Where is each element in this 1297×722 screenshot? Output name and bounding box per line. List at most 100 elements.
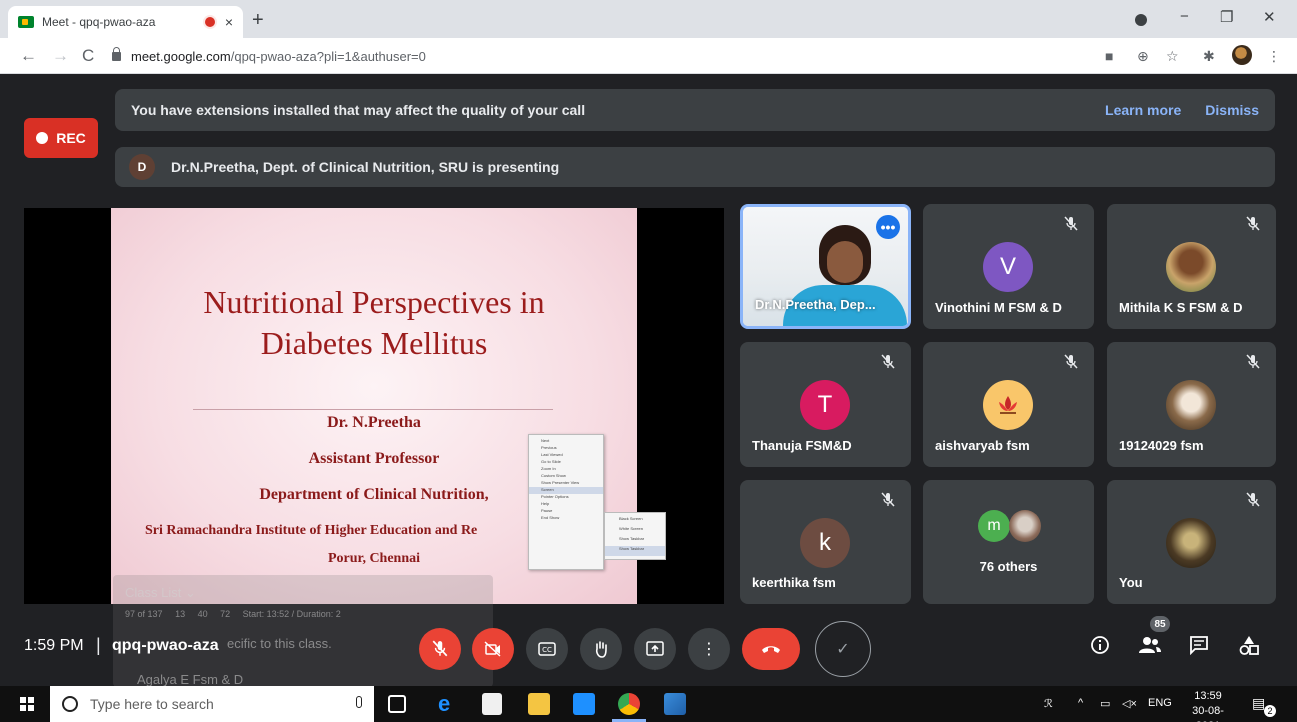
participant-name: Dr.N.Preetha, Dep... [755,297,876,312]
windows-start-icon[interactable] [20,697,34,711]
leave-call-button[interactable] [742,628,800,670]
microphone-icon[interactable] [356,696,362,708]
taskbar-date: 30-08-2021 [1192,705,1224,722]
context-menu-item[interactable]: Custom Show [529,473,603,480]
submenu-item[interactable]: Show Taskbar [605,546,665,556]
browser-tab[interactable]: Meet - qpq-pwao-aza × [8,6,243,38]
window-close-button[interactable]: ✕ [1263,8,1276,26]
context-menu-item[interactable]: Pause [529,508,603,515]
context-menu-item[interactable]: Next [529,438,603,445]
participant-avatar: T [800,380,850,430]
mail-icon[interactable] [573,693,595,715]
participant-avatar: k [800,518,850,568]
context-menu-item[interactable]: Screen [529,487,603,494]
context-menu-item[interactable]: Last Viewed [529,452,603,459]
submenu-item[interactable]: Show Taskbar [605,536,665,546]
context-menu-item[interactable]: End Show [529,515,603,522]
participant-tile[interactable]: 19124029 fsm [1107,342,1276,467]
participant-tile-others[interactable]: m 76 others [923,480,1094,604]
chrome-menu-icon[interactable]: ⋮ [1267,48,1281,65]
participant-tile[interactable]: k keerthika fsm [740,480,911,604]
dismiss-button[interactable]: Dismiss [1205,102,1259,118]
camera-toggle-button[interactable] [472,628,514,670]
learn-more-link[interactable]: Learn more [1105,102,1181,118]
slide-author: Dr. N.Preetha [327,414,421,431]
mic-off-icon [1246,216,1260,231]
participant-photo [1166,380,1216,430]
url-path: /qpq-pwao-aza?pli=1&authuser=0 [230,48,426,64]
participant-tile[interactable]: Mithila K S FSM & D [1107,204,1276,329]
context-menu-item[interactable]: Show Presenter View [529,480,603,487]
volume-muted-icon[interactable]: ◁× [1122,697,1137,710]
present-screen-button[interactable] [634,628,676,670]
more-options-button[interactable]: ⋮ [688,628,730,670]
separator: | [96,635,101,655]
bookmark-star-icon[interactable]: ☆ [1166,48,1179,65]
context-menu-item[interactable]: Pointer Options [529,494,603,501]
participant-name: Thanuja FSM&D [752,438,852,453]
captions-button[interactable]: CC [526,628,568,670]
record-dot-icon [36,132,49,144]
raise-hand-button[interactable] [580,628,622,670]
taskbar-clock[interactable]: 13:59 30-08-2021 [1180,689,1236,722]
camera-blocked-icon[interactable]: ■ [1105,48,1113,64]
mic-off-icon [1246,354,1260,369]
activities-button[interactable] [1239,635,1259,660]
lock-icon [112,46,121,61]
meeting-code: qpq-pwao-aza [112,637,219,654]
raise-hand-icon [595,641,607,658]
context-menu-item[interactable]: Previous [529,445,603,452]
slideshow-context-menu: Next Previous Last Viewed Go to Slide Zo… [528,434,604,570]
zoom-icon[interactable]: ⊕ [1137,48,1149,65]
task-view-icon[interactable] [388,695,406,713]
hang-up-icon [762,646,780,653]
slide-title-line2: Diabetes Mellitus [260,325,488,361]
meeting-controls-bar: 1:59 PM | qpq-pwao-aza CC ⋮ ✓ 85 [0,612,1297,684]
language-indicator[interactable]: ENG [1148,697,1172,709]
participant-tile[interactable]: V Vinothini M FSM & D [923,204,1094,329]
participant-photo [1166,242,1216,292]
participant-tile-self[interactable]: You [1107,480,1276,604]
more-vertical-icon: ⋮ [701,641,717,658]
extensions-puzzle-icon[interactable]: ✱ [1203,48,1215,65]
forward-arrow-icon[interactable]: → [52,46,69,66]
presenting-bar: D Dr.N.Preetha, Dept. of Clinical Nutrit… [115,147,1275,187]
network-icon[interactable]: ▭ [1100,697,1110,710]
context-menu-item[interactable]: Zoom In [529,466,603,473]
media-control-icon[interactable] [1135,14,1147,26]
context-menu-item[interactable]: Go to Slide [529,459,603,466]
chrome-icon[interactable] [618,693,640,715]
recording-badge[interactable]: REC [24,118,98,158]
participant-name: 76 others [979,559,1038,574]
file-explorer-icon[interactable] [528,693,550,715]
attendance-check-button[interactable]: ✓ [815,621,871,677]
edge-browser-icon[interactable]: e [438,693,460,715]
submenu-item[interactable]: White Screen [605,526,665,536]
more-options-icon[interactable]: ••• [876,215,900,239]
back-arrow-icon[interactable]: ← [20,46,37,66]
banner-message: You have extensions installed that may a… [131,102,586,118]
participant-tile-presenter[interactable]: ••• Dr.N.Preetha, Dep... [740,204,911,329]
meeting-details-button[interactable] [1090,635,1110,660]
chat-button[interactable] [1189,635,1209,660]
photos-app-icon[interactable] [664,693,686,715]
restore-button[interactable]: ❐ [1220,8,1233,26]
participant-tile[interactable]: T Thanuja FSM&D [740,342,911,467]
tray-chevron-icon[interactable]: ^ [1078,697,1083,709]
new-tab-button[interactable]: + [252,9,264,32]
minimize-button[interactable]: − [1180,8,1189,25]
context-menu-item[interactable]: Help [529,501,603,508]
people-tray-icon[interactable]: ℛ [1044,697,1053,710]
recording-indicator-icon [204,17,215,27]
participant-tile[interactable]: aishvaryab fsm [923,342,1094,467]
store-icon[interactable] [482,693,502,715]
profile-avatar[interactable] [1232,45,1252,65]
submenu-item[interactable]: Black Screen [605,516,665,526]
reload-icon[interactable]: C [82,46,94,66]
present-screen-icon [646,641,664,656]
mic-toggle-button[interactable] [419,628,461,670]
taskbar-search-input[interactable]: Type here to search [50,686,374,722]
tab-close-icon[interactable]: × [225,14,233,30]
class-list-title[interactable]: Class List ⌄ [125,585,196,601]
people-button[interactable] [1138,635,1162,660]
